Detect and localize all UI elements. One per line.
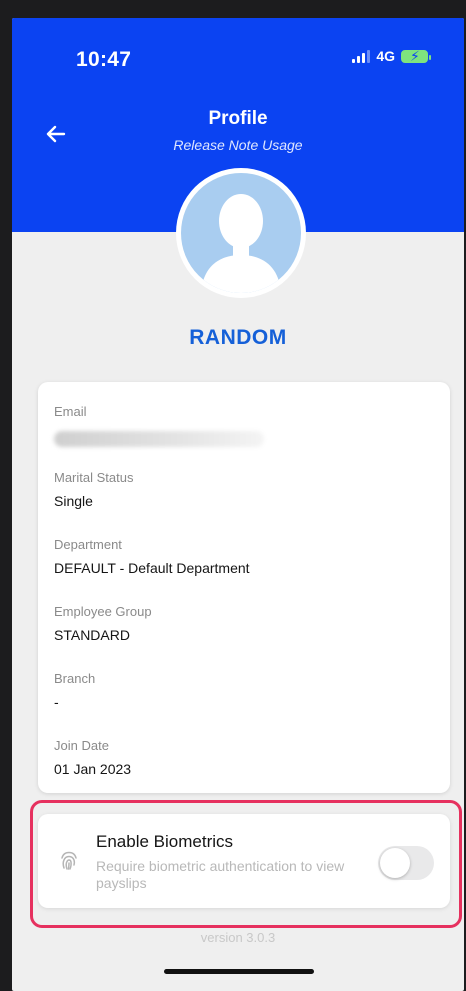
user-name: RANDOM xyxy=(189,326,287,349)
toggle-knob xyxy=(380,848,410,878)
branch-value: - xyxy=(54,694,59,710)
email-field: Email xyxy=(54,404,264,447)
status-time: 10:47 xyxy=(76,48,132,71)
employee-group-label: Employee Group xyxy=(54,604,152,619)
department-value: DEFAULT - Default Department xyxy=(54,560,250,576)
join-date-label: Join Date xyxy=(54,738,109,753)
status-indicators: 4G ⚡ xyxy=(352,48,431,64)
employee-group-value: STANDARD xyxy=(54,627,130,643)
biometrics-description: Require biometric authentication to view… xyxy=(96,858,345,891)
branch-field: Branch - xyxy=(54,671,95,710)
page-subtitle: Release Note Usage xyxy=(173,137,303,153)
department-label: Department xyxy=(54,537,122,552)
network-type: 4G xyxy=(376,48,395,64)
employee-group-field: Employee Group STANDARD xyxy=(54,604,152,643)
department-field: Department DEFAULT - Default Department xyxy=(54,537,250,576)
home-indicator[interactable] xyxy=(164,969,314,974)
marital-status-field: Marital Status Single xyxy=(54,470,133,509)
device-frame: 10:47 4G ⚡ Profile Release Note Usage RA… xyxy=(0,0,466,991)
email-value-redacted xyxy=(54,431,264,447)
signal-icon xyxy=(352,49,371,63)
biometrics-title: Enable Biometrics xyxy=(96,832,234,851)
email-label: Email xyxy=(54,404,87,419)
avatar[interactable] xyxy=(176,168,306,298)
profile-details-card: Email Marital Status Single Department D… xyxy=(38,382,450,793)
page-title: Profile xyxy=(208,108,268,129)
battery-charging-icon: ⚡ xyxy=(401,48,431,64)
biometrics-toggle[interactable] xyxy=(378,846,434,880)
user-silhouette-icon xyxy=(201,194,281,293)
branch-label: Branch xyxy=(54,671,96,686)
join-date-field: Join Date 01 Jan 2023 xyxy=(54,738,131,777)
app-screen: 10:47 4G ⚡ Profile Release Note Usage RA… xyxy=(12,18,464,991)
fingerprint-icon xyxy=(61,851,77,870)
join-date-value: 01 Jan 2023 xyxy=(54,761,132,777)
marital-status-value: Single xyxy=(54,493,93,509)
marital-status-label: Marital Status xyxy=(54,470,134,485)
biometrics-card[interactable]: Enable Biometrics Require biometric auth… xyxy=(38,814,450,908)
app-version: version 3.0.3 xyxy=(200,930,276,945)
